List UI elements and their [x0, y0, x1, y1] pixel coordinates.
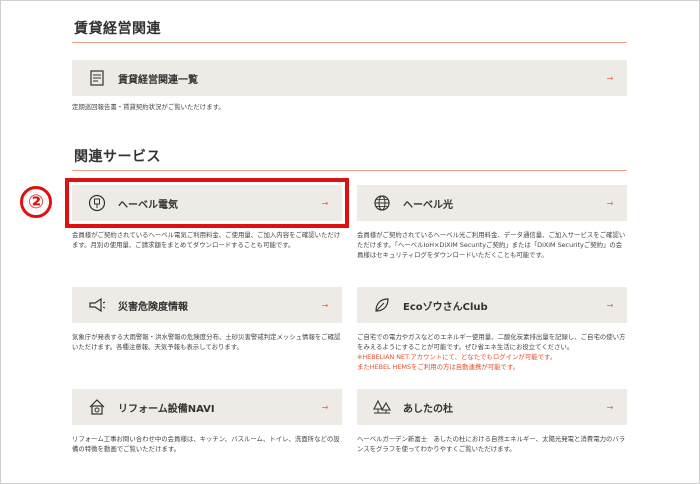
reform-navi-description: リフォーム工事お問い合わせ中の会員様は、キッチン、バスルーム、トイレ、洗面所など… [72, 435, 340, 453]
reform-navi-card[interactable]: リフォーム設備NAVI → [72, 389, 342, 425]
eco-zousan-club-card[interactable]: EcoゾウさんClub → [357, 287, 627, 323]
leaf-icon [371, 294, 393, 316]
house-gear-icon [86, 396, 108, 418]
eco-zousan-club-label: EcoゾウさんClub [403, 301, 488, 313]
ashita-no-mori-label: あしたの杜 [403, 403, 453, 415]
arrow-right-icon: → [321, 402, 329, 412]
eco-zousan-club-description: ご自宅での電力やガスなどのエネルギー使用量、二酸化炭素排出量を記録し、ご自宅の使… [357, 332, 627, 372]
arrow-right-icon: → [606, 402, 614, 412]
rental-list-card[interactable]: 賃貸経営関連一覧 → [72, 60, 627, 96]
arrow-right-icon: → [321, 300, 329, 310]
reform-navi-label: リフォーム設備NAVI [118, 403, 215, 415]
disaster-risk-label: 災害危険度情報 [118, 301, 188, 313]
rental-section-rule [72, 42, 627, 43]
eco-zousan-club-note-1: ※HEBELIAN NET.アカウントにて、どなたでもログインが可能です。 [357, 353, 557, 361]
rental-list-label: 賃貸経営関連一覧 [118, 74, 198, 86]
hebel-hikari-description: 会員様がご契約されているヘーベル光ご利用料金、データ通信量、ご加入サービスをご確… [357, 231, 626, 259]
rental-description: 定期巡回報告書・賃貸契約状況がご覧いただけます。 [72, 103, 225, 111]
disaster-risk-description: 気象庁が発表する大雨警報・洪水警報の危険度分布、土砂災害警戒判定メッシュ情報をご… [72, 333, 341, 351]
document-list-icon [86, 67, 108, 89]
eco-zousan-club-text: ご自宅での電力やガスなどのエネルギー使用量、二酸化炭素排出量を記録し、ご自宅の使… [357, 333, 626, 351]
globe-icon [371, 192, 393, 214]
arrow-right-icon: → [606, 73, 614, 83]
ashita-no-mori-card[interactable]: あしたの杜 → [357, 389, 627, 425]
hebel-hikari-label: ヘーベル光 [403, 199, 453, 211]
eco-zousan-club-note-2: またHEBEL HEMSをご利用の方は自動連携が可能です。 [357, 363, 520, 371]
services-section-title: 関連サービス [74, 149, 161, 165]
hebel-denki-description: 会員様がご契約されているヘーベル電気ご利用料金、ご使用量、ご加入内容をご確認いた… [72, 231, 341, 249]
forest-icon [371, 396, 393, 418]
ashita-no-mori-description: ヘーベルガーデン新富士 あしたの杜における自然エネルギー、太陽光発電と消費電力の… [357, 435, 626, 453]
step-number-badge: ② [20, 186, 52, 218]
arrow-right-icon: → [606, 198, 614, 208]
services-section-rule [72, 170, 627, 171]
highlight-box [65, 178, 349, 228]
megaphone-icon [86, 294, 108, 316]
arrow-right-icon: → [606, 300, 614, 310]
hebel-hikari-card[interactable]: ヘーベル光 → [357, 185, 627, 221]
disaster-risk-card[interactable]: 災害危険度情報 → [72, 287, 342, 323]
rental-section-title: 賃貸経営関連 [74, 21, 161, 37]
